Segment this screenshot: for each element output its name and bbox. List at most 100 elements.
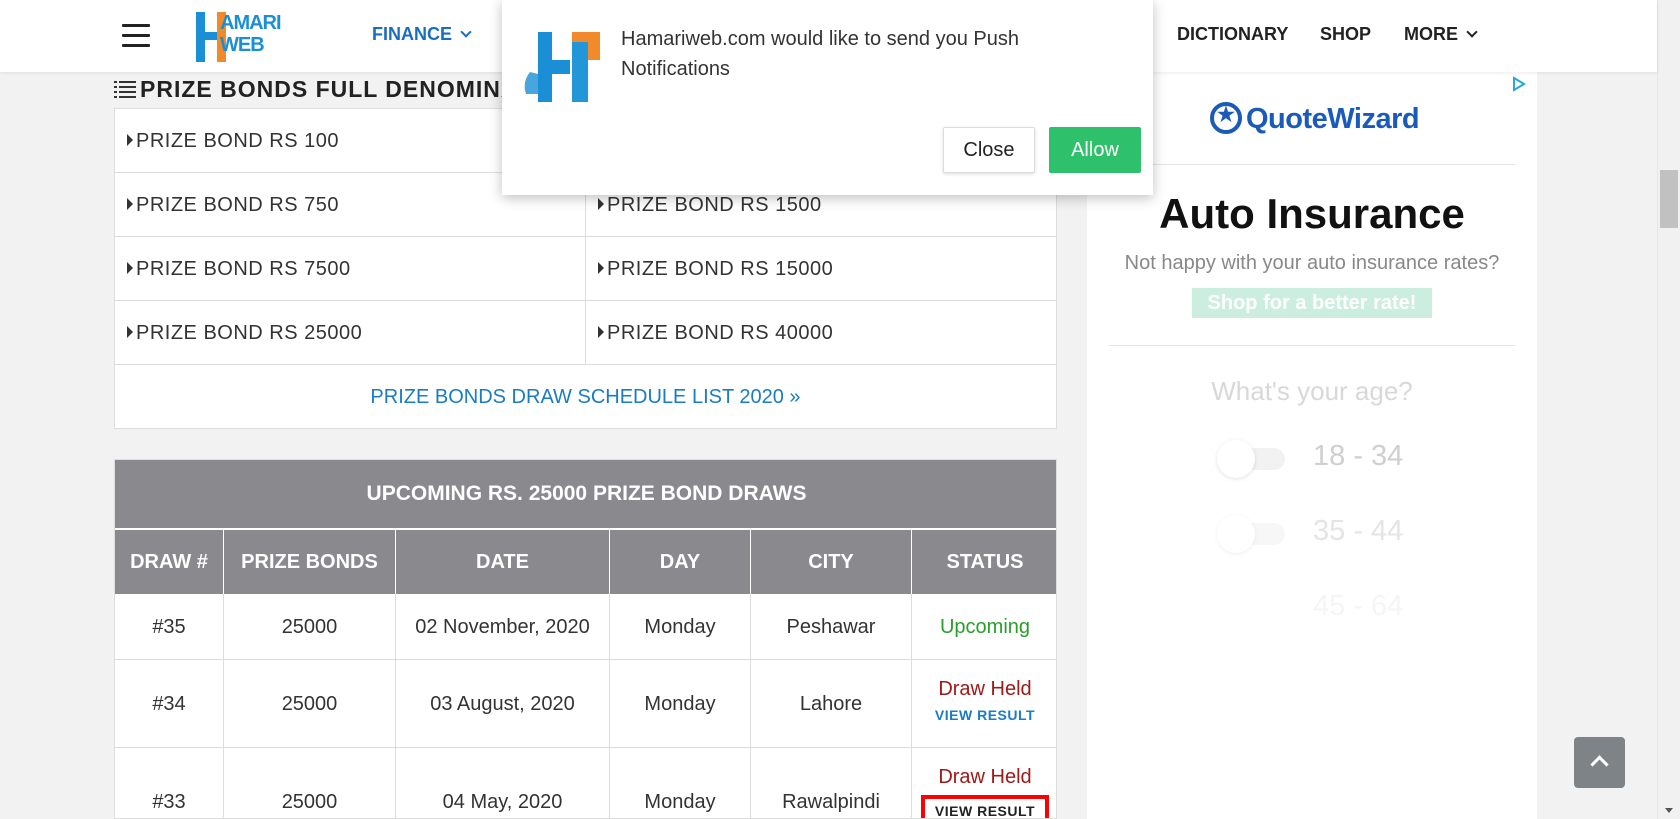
denomination-link[interactable]: PRIZE BOND RS 15000 <box>586 237 1056 301</box>
cell-day: Monday <box>610 748 751 818</box>
cell-city: Rawalpindi <box>751 748 912 818</box>
age-option[interactable]: 18 - 34 <box>1217 440 1419 480</box>
nav-more[interactable]: MORE <box>1404 24 1478 45</box>
denominations-title: PRIZE BONDS FULL DENOMINA <box>140 76 519 102</box>
toggle-knob <box>1217 515 1255 553</box>
cell-draw: #34 <box>115 660 224 748</box>
ad-question: What's your age? <box>1211 376 1413 406</box>
hamburger-menu-icon[interactable] <box>122 24 150 48</box>
ad-brand-name: QuoteWizard <box>1246 103 1420 135</box>
upcoming-draws-table: UPCOMING RS. 25000 PRIZE BOND DRAWS DRAW… <box>114 459 1057 819</box>
caret-right-icon <box>127 134 133 146</box>
ad-subline: Not happy with your auto insurance rates… <box>1124 252 1500 274</box>
quotewizard-logo: QuoteWizard <box>1210 102 1420 136</box>
cell-day: Monday <box>610 594 751 660</box>
denomination-label: PRIZE BOND RS 25000 <box>136 322 363 344</box>
age-label: 35 - 44 <box>1313 515 1404 547</box>
page-scrollbar[interactable] <box>1657 0 1680 819</box>
caret-right-icon <box>127 262 133 274</box>
cell-bonds: 25000 <box>224 748 396 818</box>
toggle-switch[interactable] <box>1217 440 1285 478</box>
nav-dictionary[interactable]: DICTIONARY <box>1177 24 1288 45</box>
table-row: #35 25000 02 November, 2020 Monday Pesha… <box>115 594 1056 660</box>
cell-draw: #33 <box>115 748 224 818</box>
caret-right-icon <box>598 198 604 210</box>
cell-status: Draw Held VIEW RESULT <box>912 660 1056 748</box>
age-label: 18 - 34 <box>1313 440 1404 472</box>
denomination-link[interactable]: PRIZE BOND RS 25000 <box>115 301 586 365</box>
column-header-date: DATE <box>396 530 610 594</box>
denominations-heading: PRIZE BONDS FULL DENOMINA <box>114 76 519 103</box>
status-text: Draw Held <box>938 678 1032 700</box>
table-title: UPCOMING RS. 25000 PRIZE BOND DRAWS <box>115 460 1056 528</box>
ad-cta-button[interactable]: Shop for a better rate! <box>1192 288 1432 318</box>
cell-status: Upcoming <box>939 616 1031 638</box>
toggle-switch[interactable] <box>1217 515 1285 553</box>
caret-right-icon <box>127 326 133 338</box>
denomination-label: PRIZE BOND RS 7500 <box>136 258 351 280</box>
schedule-list-link[interactable]: PRIZE BONDS DRAW SCHEDULE LIST 2020 » <box>115 365 1056 429</box>
advertisement[interactable]: QuoteWizard Auto Insurance Not happy wit… <box>1087 72 1537 819</box>
close-button[interactable]: Close <box>943 127 1035 173</box>
table-row: #34 25000 03 August, 2020 Monday Lahore … <box>115 660 1056 748</box>
nav-finance[interactable]: FINANCE <box>372 24 472 45</box>
logo-text-bottom: WEB <box>220 34 265 56</box>
denomination-row: PRIZE BOND RS 25000 PRIZE BOND RS 40000 <box>115 301 1056 365</box>
cell-date: 03 August, 2020 <box>396 660 610 748</box>
nav-more-label: MORE <box>1404 24 1458 44</box>
ad-headline: Auto Insurance <box>1159 190 1465 237</box>
column-header-draw: DRAW # <box>115 530 224 594</box>
denomination-label: PRIZE BOND RS 15000 <box>607 258 834 280</box>
caret-right-icon <box>598 262 604 274</box>
cell-day: Monday <box>610 660 751 748</box>
chevron-up-icon <box>1590 755 1609 774</box>
cell-status: Draw Held VIEW RESULT <box>912 748 1056 818</box>
allow-button[interactable]: Allow <box>1049 127 1141 173</box>
column-header-bonds: PRIZE BONDS <box>224 530 396 594</box>
cell-date: 04 May, 2020 <box>396 748 610 818</box>
site-logo[interactable]: AMARI WEB <box>192 10 288 64</box>
divider <box>1109 164 1515 165</box>
column-header-status: STATUS <box>946 551 1024 573</box>
view-result-link[interactable]: VIEW RESULT <box>920 795 1050 818</box>
cell-bonds: 25000 <box>224 660 396 748</box>
back-to-top-button[interactable] <box>1574 737 1625 788</box>
chevron-down-icon <box>1466 26 1478 38</box>
toggle-knob <box>1217 440 1255 478</box>
column-header-day: DAY <box>610 530 751 594</box>
scrollbar-thumb[interactable] <box>1660 170 1678 228</box>
denomination-label: PRIZE BOND RS 40000 <box>607 322 834 344</box>
cell-city: Lahore <box>751 660 912 748</box>
column-header-city: CITY <box>751 530 912 594</box>
denomination-row: PRIZE BOND RS 7500 PRIZE BOND RS 15000 <box>115 237 1056 301</box>
status-text: Draw Held <box>938 766 1032 788</box>
caret-right-icon <box>598 326 604 338</box>
nav-finance-label: FINANCE <box>372 24 452 44</box>
denomination-link[interactable]: PRIZE BOND RS 40000 <box>586 301 1056 365</box>
star-icon <box>1210 102 1242 134</box>
hamariweb-logo-icon <box>524 32 600 102</box>
age-label: 45 - 64 <box>1313 590 1404 622</box>
chevron-down-icon <box>460 26 472 38</box>
denomination-label: PRIZE BOND RS 1500 <box>607 194 822 216</box>
denomination-link[interactable]: PRIZE BOND RS 7500 <box>115 237 586 301</box>
view-result-link[interactable]: VIEW RESULT <box>912 707 1056 723</box>
push-notification-dialog: Hamariweb.com would like to send you Pus… <box>502 0 1153 195</box>
divider <box>1109 345 1515 346</box>
cell-draw: #35 <box>115 594 224 660</box>
caret-right-icon <box>127 198 133 210</box>
age-option[interactable]: 45 - 64 <box>1219 590 1419 630</box>
cell-city: Peshawar <box>751 594 912 660</box>
cell-bonds: 25000 <box>224 594 396 660</box>
ad-choices-icon[interactable] <box>1511 76 1527 92</box>
denomination-label: PRIZE BOND RS 750 <box>136 194 340 216</box>
list-icon <box>114 81 136 98</box>
cell-date: 02 November, 2020 <box>396 594 610 660</box>
age-option[interactable]: 35 - 44 <box>1217 515 1419 555</box>
logo-text-top: AMARI <box>220 12 282 34</box>
scroll-down-arrow-icon[interactable] <box>1665 808 1673 813</box>
table-header-row: DRAW # PRIZE BONDS DATE DAY CITY STATUS <box>115 530 1056 594</box>
table-row: #33 25000 04 May, 2020 Monday Rawalpindi… <box>115 748 1056 818</box>
nav-shop[interactable]: SHOP <box>1320 24 1371 45</box>
popup-message: Hamariweb.com would like to send you Pus… <box>621 28 1019 80</box>
